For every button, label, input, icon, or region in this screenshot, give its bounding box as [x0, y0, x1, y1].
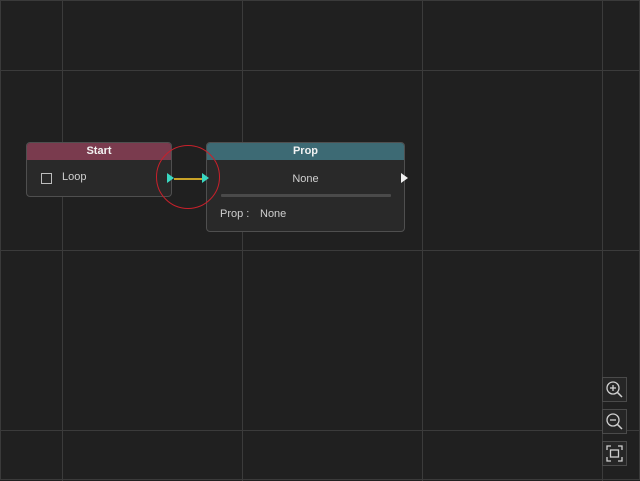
prop-divider: [221, 194, 391, 197]
grid-line: [1, 430, 640, 431]
prop-output-port[interactable]: [401, 173, 408, 183]
highlight-circle: [156, 145, 220, 209]
loop-checkbox[interactable]: [41, 173, 52, 184]
loop-label: Loop: [62, 171, 87, 183]
zoom-out-button[interactable]: [602, 409, 627, 434]
fit-view-button[interactable]: [602, 441, 627, 466]
grid-line: [422, 1, 423, 481]
prop-field-value: None: [260, 208, 287, 220]
zoom-in-button[interactable]: [602, 377, 627, 402]
graph-canvas[interactable]: [0, 0, 640, 481]
grid-line: [62, 1, 63, 481]
fit-view-icon: [606, 445, 623, 462]
prop-node-title[interactable]: Prop: [207, 143, 404, 160]
zoom-out-icon: [606, 413, 623, 430]
grid-line: [1, 70, 640, 71]
prop-value-dropdown[interactable]: None: [207, 173, 404, 185]
zoom-in-icon: [606, 381, 623, 398]
prop-node[interactable]: Prop None Prop : None: [206, 142, 405, 232]
grid-line: [242, 1, 243, 481]
prop-field-label: Prop :: [220, 208, 250, 220]
start-node-title[interactable]: Start: [27, 143, 171, 160]
grid-line: [1, 250, 640, 251]
start-node[interactable]: Start Loop: [26, 142, 172, 197]
